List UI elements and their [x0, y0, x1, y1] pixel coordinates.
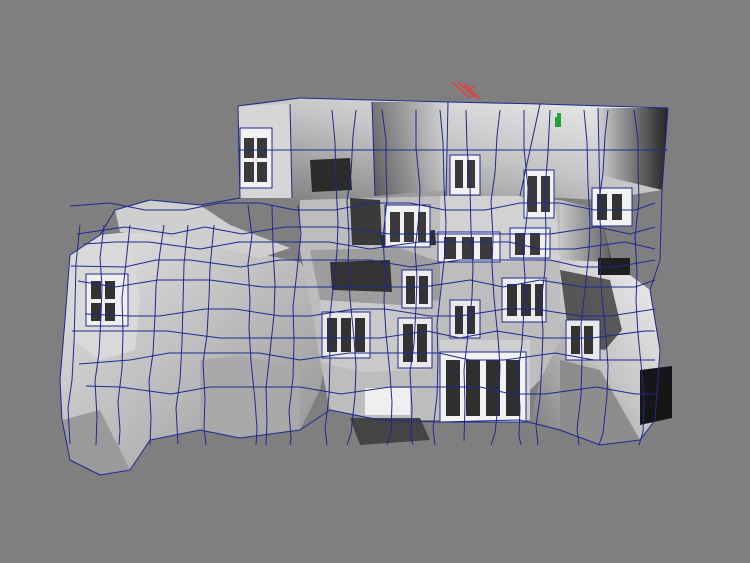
mesh-edge	[99, 209, 116, 236]
mesh-edge	[518, 435, 522, 446]
mesh-edge	[241, 226, 286, 235]
mesh-edge	[432, 428, 436, 446]
mesh-edge	[649, 259, 661, 291]
mesh-edge	[324, 428, 328, 446]
mesh-edge	[289, 438, 292, 446]
mesh-edge	[624, 241, 656, 250]
mesh-edge	[629, 226, 656, 235]
mesh-edge	[634, 236, 638, 274]
mesh-edge	[259, 202, 296, 211]
mesh-edge	[490, 432, 496, 446]
mesh-edge	[199, 197, 241, 206]
mesh-edge	[247, 204, 253, 237]
mesh-edge	[69, 202, 111, 207]
mesh-edge	[346, 432, 352, 446]
mesh-edge	[535, 425, 539, 446]
mesh-scene[interactable]	[0, 0, 750, 563]
mesh-edge	[659, 189, 663, 261]
light-manipulator-icon[interactable]	[451, 81, 481, 100]
viewport-3d[interactable]	[0, 0, 750, 563]
